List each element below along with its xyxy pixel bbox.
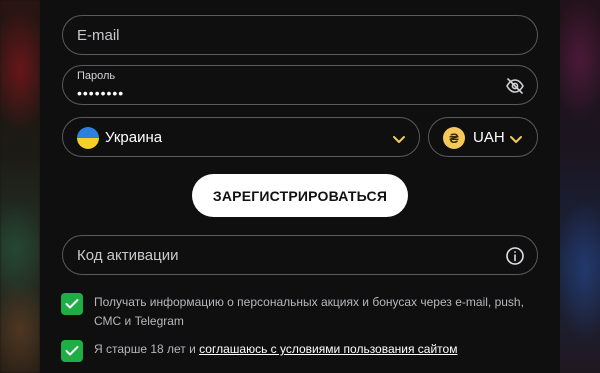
background-right	[560, 0, 600, 373]
email-placeholder: E-mail	[77, 27, 120, 44]
currency-select[interactable]: ₴ UAH	[428, 117, 538, 157]
password-label: Пароль	[77, 70, 116, 82]
check-icon	[65, 299, 79, 309]
password-field[interactable]: Пароль ••••••••	[62, 65, 538, 105]
check-icon	[65, 346, 79, 356]
info-icon[interactable]	[505, 246, 525, 266]
registration-panel: E-mail Пароль •••••••• Украина ₴ UAH ЗАР…	[40, 0, 560, 373]
age-terms-prefix: Я старше 18 лет и	[94, 342, 200, 356]
register-button[interactable]: ЗАРЕГИСТРИРОВАТЬСЯ	[192, 174, 408, 217]
activation-code-field[interactable]: Код активации	[62, 235, 538, 275]
ukraine-flag-icon	[77, 127, 99, 149]
promo-consent-text: Получать информацию о персональных акция…	[94, 295, 524, 328]
promo-consent-checkbox[interactable]	[61, 293, 83, 315]
hryvnia-coin-icon: ₴	[443, 127, 465, 149]
age-terms-text: Я старше 18 лет и соглашаюсь с условиями…	[94, 340, 534, 359]
email-field[interactable]: E-mail	[62, 15, 538, 55]
chevron-down-icon	[509, 132, 523, 143]
activation-code-placeholder: Код активации	[77, 247, 179, 264]
age-terms-checkbox[interactable]	[61, 340, 83, 362]
terms-link[interactable]: соглашаюсь с условиями пользования сайто…	[199, 342, 457, 356]
chevron-down-icon	[392, 132, 406, 143]
password-value: ••••••••	[77, 85, 125, 101]
country-value: Украина	[105, 129, 163, 146]
country-select[interactable]: Украина	[62, 117, 420, 157]
eye-off-icon[interactable]	[505, 76, 525, 96]
background-left	[0, 0, 40, 373]
currency-value: UAH	[473, 129, 505, 146]
